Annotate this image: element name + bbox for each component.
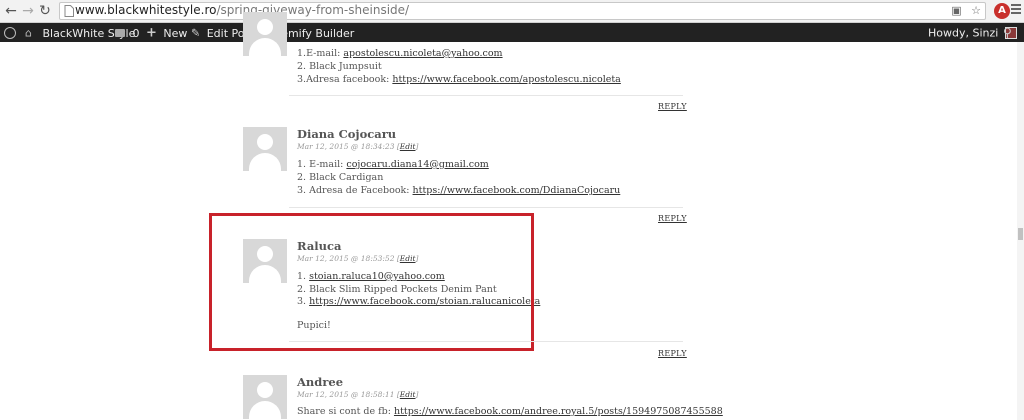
admin-search-icon[interactable]: ⚲ bbox=[1003, 23, 1012, 42]
bookmark-star-icon[interactable]: ☆ bbox=[971, 4, 981, 17]
comment-date: Mar 12, 2015 @ 18:34:23 [Edit] bbox=[297, 142, 419, 151]
scrollbar-thumb[interactable] bbox=[1018, 228, 1023, 240]
extension-icon[interactable]: A bbox=[994, 3, 1010, 19]
comment-line: 2. Black Cardigan bbox=[297, 172, 384, 183]
comment-line: 2. Black Jumpsuit bbox=[297, 61, 382, 72]
avatar bbox=[243, 127, 287, 171]
comment-line: Share si cont de fb: https://www.faceboo… bbox=[297, 406, 723, 417]
facebook-link[interactable]: https://www.facebook.com/DdianaCojocaru bbox=[413, 185, 621, 196]
email-link[interactable]: apostolescu.nicoleta@yahoo.com bbox=[343, 48, 502, 59]
forward-icon[interactable]: → bbox=[20, 3, 36, 19]
reply-button[interactable]: REPLY bbox=[658, 102, 687, 111]
comment-author: Andree bbox=[297, 375, 344, 389]
comments-count: 0 bbox=[132, 26, 140, 40]
comment-date: Mar 12, 2015 @ 18:58:11 [Edit] bbox=[297, 390, 419, 399]
comment-item: Diana Cojocaru Mar 12, 2015 @ 18:34:23 [… bbox=[243, 127, 683, 207]
url-domain: www.blackwhitestyle.ro bbox=[75, 3, 217, 17]
howdy-label: Howdy, Sinzi bbox=[928, 26, 999, 40]
comment-item: Andree Mar 12, 2015 @ 18:58:11 [Edit] Sh… bbox=[243, 375, 723, 420]
comment-divider bbox=[289, 207, 683, 208]
avatar bbox=[243, 12, 287, 56]
reply-button[interactable]: REPLY bbox=[658, 349, 687, 358]
urlbar-icons: ▣ ☆ bbox=[951, 4, 981, 17]
page-icon bbox=[64, 5, 74, 17]
comment-author: Diana Cojocaru bbox=[297, 127, 397, 141]
new-label: New bbox=[163, 26, 188, 40]
reload-icon[interactable]: ↻ bbox=[37, 3, 53, 19]
edit-link[interactable]: Edit bbox=[400, 390, 416, 399]
comment-item: 1.E-mail: apostolescu.nicoleta@yahoo.com… bbox=[243, 12, 683, 112]
comment-divider bbox=[289, 95, 683, 96]
reply-button[interactable]: REPLY bbox=[658, 214, 687, 223]
comment-line: 1. E-mail: cojocaru.diana14@gmail.com bbox=[297, 159, 489, 170]
email-link[interactable]: cojocaru.diana14@gmail.com bbox=[346, 159, 488, 170]
plus-icon: + bbox=[146, 25, 157, 41]
wordpress-logo-icon[interactable] bbox=[4, 23, 16, 42]
browser-menu-icon[interactable] bbox=[1011, 4, 1021, 16]
page-scrollbar[interactable] bbox=[1017, 42, 1024, 420]
comment-line: 3. Adresa de Facebook: https://www.faceb… bbox=[297, 185, 621, 196]
avatar bbox=[243, 375, 287, 419]
comment-line: 1.E-mail: apostolescu.nicoleta@yahoo.com bbox=[297, 48, 503, 59]
home-icon: ⌂ bbox=[25, 26, 32, 40]
wp-admin-bar: ⌂ BlackWhite Style 0 + New ✎ Edit Post T… bbox=[0, 23, 1024, 42]
edit-link[interactable]: Edit bbox=[400, 142, 416, 151]
address-bar[interactable]: www.blackwhitestyle.ro/spring-giveway-fr… bbox=[59, 2, 986, 20]
facebook-link[interactable]: https://www.facebook.com/andree.royal.5/… bbox=[394, 406, 723, 417]
comment-divider bbox=[289, 341, 683, 342]
highlight-box bbox=[209, 213, 534, 351]
new-content-menu[interactable]: + New bbox=[146, 23, 187, 42]
browser-toolbar: ← → ↻ www.blackwhitestyle.ro/spring-give… bbox=[0, 0, 1024, 23]
facebook-link[interactable]: https://www.facebook.com/apostolescu.nic… bbox=[392, 74, 620, 85]
comment-line: 3.Adresa facebook: https://www.facebook.… bbox=[297, 74, 621, 85]
translate-icon[interactable]: ▣ bbox=[951, 4, 961, 17]
comment-icon bbox=[115, 29, 125, 37]
comments-menu[interactable]: 0 bbox=[115, 23, 140, 42]
pencil-icon: ✎ bbox=[191, 26, 201, 40]
back-icon[interactable]: ← bbox=[3, 3, 19, 19]
